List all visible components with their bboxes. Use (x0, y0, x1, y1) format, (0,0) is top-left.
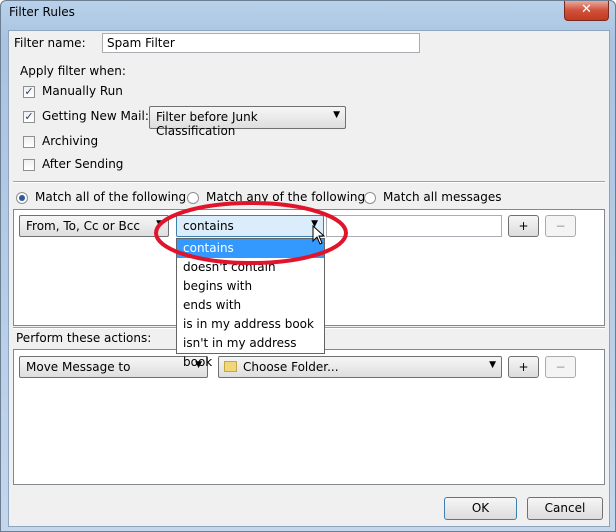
actions-list[interactable]: Move Message to ▼ Choose Folder... ▼ + − (13, 349, 605, 485)
manually-run-checkbox[interactable]: ✓ (23, 86, 35, 98)
add-action-button[interactable]: + (508, 356, 539, 378)
folder-value: Choose Folder... (243, 360, 339, 374)
operator-option-in-address-book[interactable]: is in my address book (177, 315, 324, 334)
match-all-messages-label: Match all messages (383, 190, 502, 204)
separator (13, 181, 605, 183)
filter-name-value: Spam Filter (107, 36, 175, 50)
dialog-body: Filter name: Spam Filter Apply filter wh… (8, 30, 610, 527)
cancel-label: Cancel (544, 501, 586, 515)
cancel-button[interactable]: Cancel (527, 497, 603, 520)
operator-option-begins-with[interactable]: begins with (177, 277, 324, 296)
perform-actions-label: Perform these actions: (16, 331, 152, 345)
filter-name-input[interactable]: Spam Filter (102, 33, 420, 53)
folder-select[interactable]: Choose Folder... ▼ (218, 356, 502, 378)
rule-value-input[interactable] (326, 215, 502, 237)
match-all-radio[interactable] (16, 192, 28, 204)
minus-icon: − (555, 219, 566, 233)
after-sending-label: After Sending (42, 157, 124, 171)
plus-icon: + (518, 360, 529, 374)
minus-icon: − (555, 360, 566, 374)
check-icon: ✓ (24, 85, 34, 98)
new-mail-timing-select[interactable]: Filter before Junk Classification ▼ (149, 106, 346, 138)
match-all-messages-radio[interactable] (364, 192, 376, 204)
close-icon: ✕ (581, 2, 592, 17)
rule-field-value: From, To, Cc or Bcc (26, 219, 140, 233)
apply-filter-legend: Apply filter when: (20, 64, 126, 78)
window-title: Filter Rules (9, 5, 75, 19)
rule-field-select[interactable]: From, To, Cc or Bcc ▼ (19, 215, 169, 237)
archiving-label: Archiving (42, 134, 99, 148)
chevron-down-icon: ▼ (489, 360, 496, 370)
title-bar[interactable]: Filter Rules ✕ (1, 1, 615, 23)
after-sending-checkbox[interactable] (23, 159, 35, 171)
plus-icon: + (518, 219, 529, 233)
action-type-select[interactable]: Move Message to ▼ (19, 356, 208, 378)
action-type-value: Move Message to (26, 360, 131, 374)
getting-new-mail-label: Getting New Mail: (42, 109, 149, 123)
operator-option-ends-with[interactable]: ends with (177, 296, 324, 315)
add-rule-button[interactable]: + (508, 215, 539, 237)
manually-run-label: Manually Run (42, 84, 123, 98)
ok-button[interactable]: OK (444, 497, 517, 520)
getting-new-mail-checkbox[interactable]: ✓ (23, 111, 35, 123)
filter-name-label: Filter name: (14, 36, 86, 50)
chevron-down-icon: ▼ (333, 110, 340, 120)
remove-rule-button[interactable]: − (545, 215, 576, 237)
remove-action-button[interactable]: − (545, 356, 576, 378)
close-button[interactable]: ✕ (564, 1, 609, 21)
check-icon: ✓ (24, 110, 34, 123)
archiving-checkbox[interactable] (23, 136, 35, 148)
folder-icon (224, 361, 237, 372)
mouse-cursor-icon (312, 225, 326, 245)
operator-option-not-in-address-book[interactable]: isn't in my address book (177, 334, 324, 369)
filter-rules-dialog: Filter Rules ✕ Filter name: Spam Filter … (0, 0, 616, 532)
new-mail-timing-value: Filter before Junk Classification (156, 110, 258, 138)
ok-label: OK (471, 501, 490, 515)
